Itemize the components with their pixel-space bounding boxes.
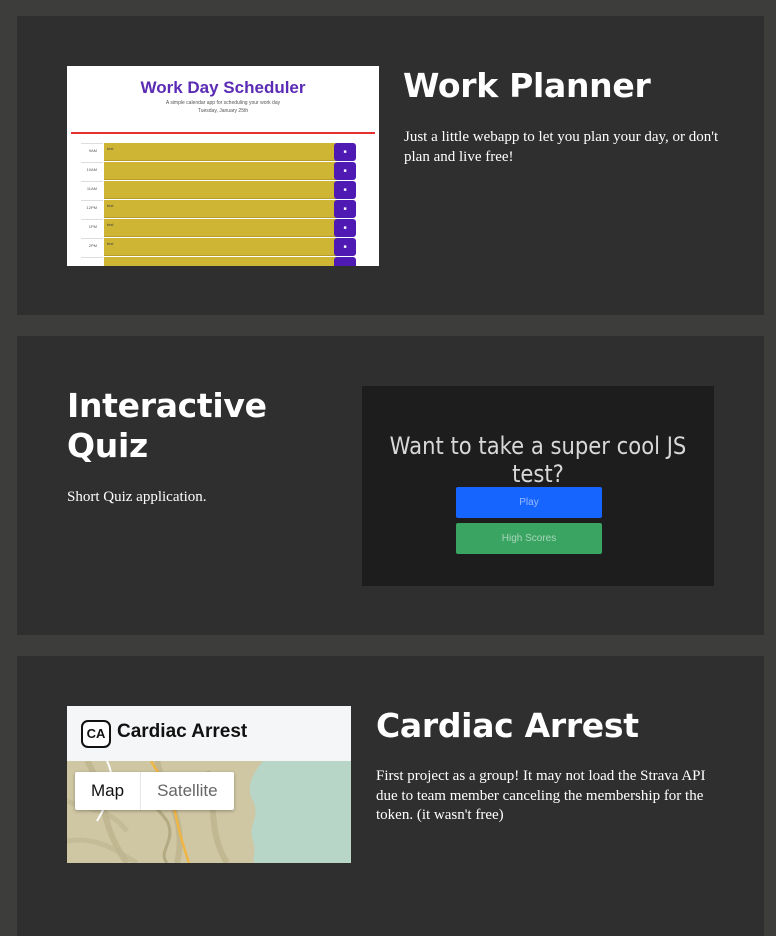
project-description: First project as a group! It may not loa… [376, 768, 706, 823]
scheduler-hour: 2PM [81, 238, 103, 257]
project-description: Just a little webapp to let you plan you… [404, 129, 719, 165]
scheduler-title: Work Day Scheduler [140, 78, 306, 97]
scheduler-subtitle: A simple calendar app for scheduling you… [165, 100, 281, 106]
save-icon: ■ [334, 143, 356, 161]
map-option: Map [91, 781, 125, 800]
project-card-work-planner: Work Day Scheduler A simple calendar app… [17, 16, 764, 315]
save-icon: ■ [334, 219, 356, 237]
high-scores-button: High Scores [456, 523, 602, 554]
project-card-interactive-quiz: Interactive Quiz Short Quiz application.… [17, 336, 764, 635]
app-logo: CA [81, 720, 111, 748]
cardiac-arrest-screenshot[interactable]: CA Cardiac Arrest Map Satellite [67, 706, 351, 863]
scheduler-hour [81, 257, 103, 266]
scheduler-entry: test [104, 200, 346, 218]
satellite-option: Satellite [140, 772, 233, 810]
save-icon: ■ [334, 181, 356, 199]
scheduler-entry: test [104, 219, 346, 237]
scheduler-hour: 11AM [81, 181, 103, 200]
quiz-question: Want to take a super cool JS test? [389, 432, 687, 488]
save-icon [334, 257, 356, 266]
scheduler-hour: 10AM [81, 162, 103, 181]
scheduler-entry [104, 181, 346, 199]
project-description: Short Quiz application. [67, 489, 207, 505]
map-type-toggle: Map Satellite [75, 772, 234, 810]
save-icon: ■ [334, 200, 356, 218]
scheduler-row: 10AM ■ [81, 162, 357, 181]
scheduler-entry: test [104, 143, 346, 161]
work-planner-screenshot[interactable]: Work Day Scheduler A simple calendar app… [67, 66, 379, 266]
scheduler-hour: 9AM [81, 143, 103, 162]
project-title[interactable]: Work Planner [403, 66, 651, 106]
app-header: CA Cardiac Arrest [67, 706, 351, 761]
scheduler-row: 9AM test ■ [81, 143, 357, 162]
scheduler-row: 1PM test ■ [81, 219, 357, 238]
save-icon: ■ [334, 162, 356, 180]
app-name: Cardiac Arrest [117, 721, 248, 742]
scheduler-divider [71, 132, 375, 134]
scheduler-row: 12PM test ■ [81, 200, 357, 219]
scheduler-row: 11AM ■ [81, 181, 357, 200]
scheduler-entry: test [104, 238, 346, 256]
scheduler-hour: 1PM [81, 219, 103, 238]
scheduler-entry [104, 257, 346, 266]
scheduler-hour: 12PM [81, 200, 103, 219]
scheduler-date: Tuesday, January 25th [197, 108, 249, 114]
scheduler-row: 2PM test ■ [81, 238, 357, 257]
project-title[interactable]: Cardiac Arrest [376, 706, 639, 746]
play-button: Play [456, 487, 602, 518]
save-icon: ■ [334, 238, 356, 256]
project-title[interactable]: Interactive Quiz [67, 386, 297, 466]
scheduler-entry [104, 162, 346, 180]
project-card-cardiac-arrest: CA Cardiac Arrest Map Satellite Cardiac … [17, 656, 764, 936]
scheduler-row [81, 257, 357, 266]
quiz-screenshot[interactable]: Want to take a super cool JS test? Play … [362, 386, 714, 586]
